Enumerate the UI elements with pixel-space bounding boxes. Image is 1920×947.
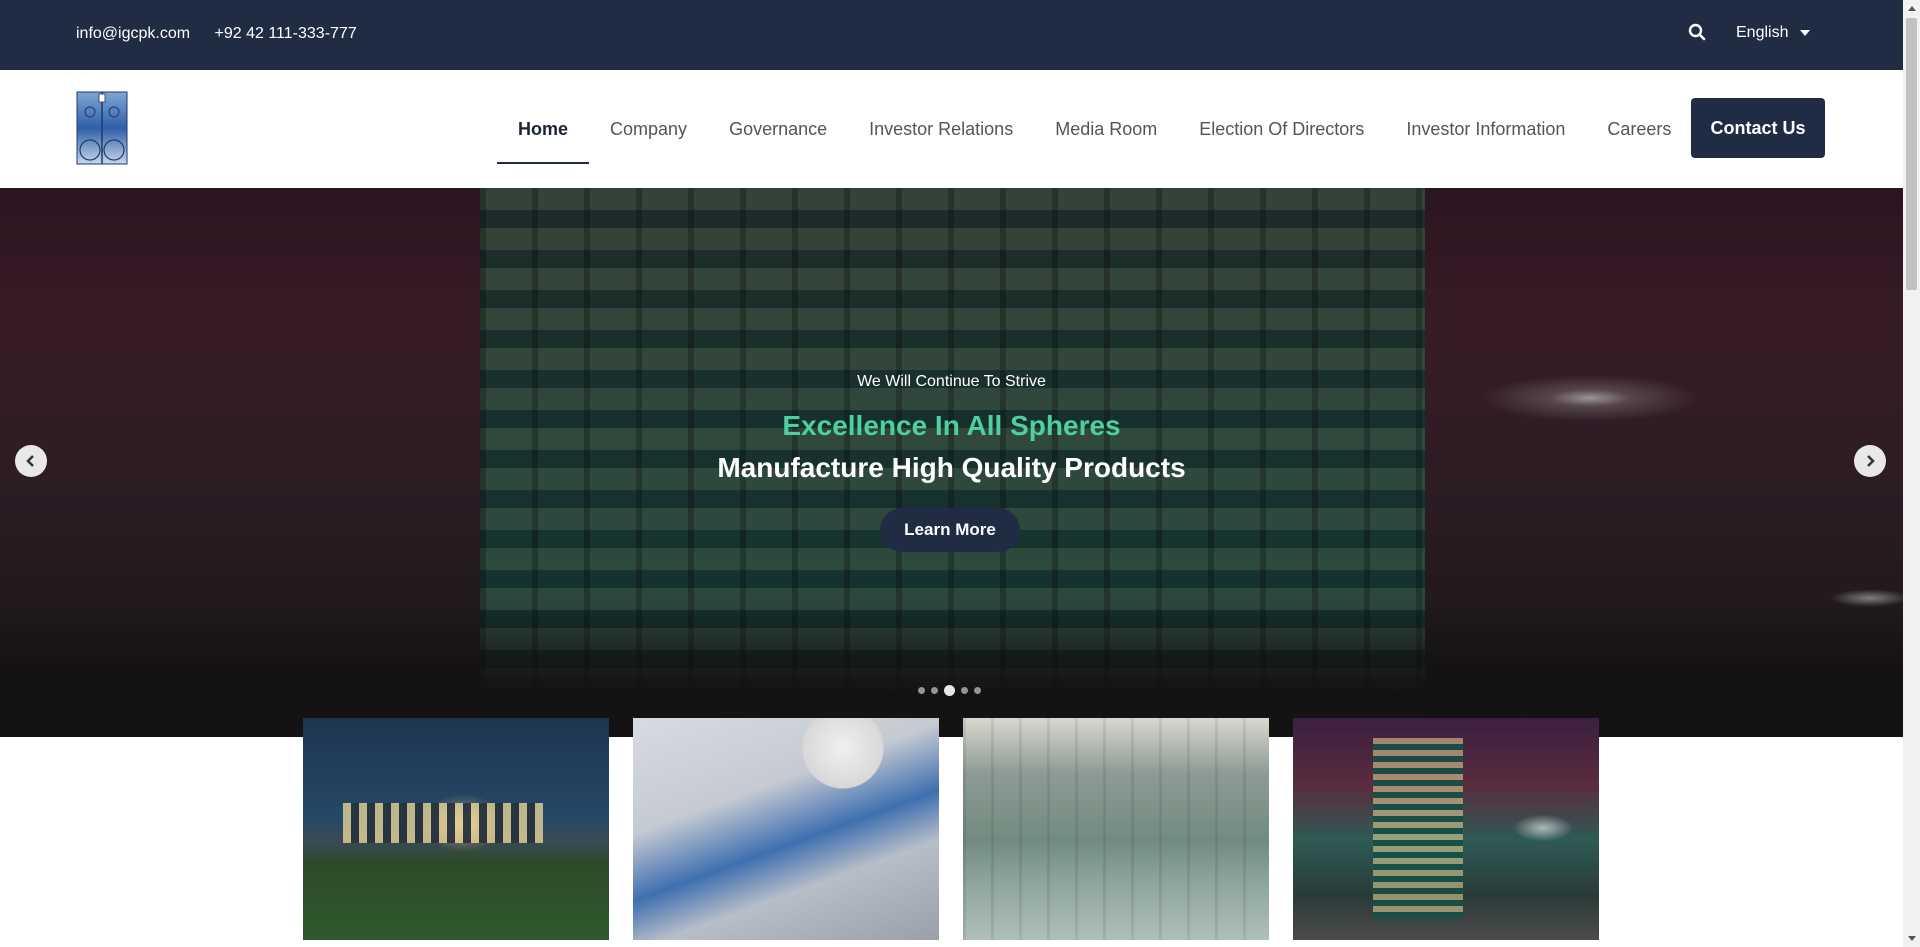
card-office-tower-image[interactable]	[1293, 718, 1599, 940]
company-logo[interactable]	[76, 90, 128, 166]
scroll-up-icon[interactable]	[1908, 6, 1916, 11]
top-bar: info@igcpk.com +92 42 111-333-777 Englis…	[0, 0, 1903, 70]
scrollbar-thumb[interactable]	[1906, 18, 1917, 290]
scroll-down-icon[interactable]	[1908, 936, 1916, 941]
primary-nav: Home Company Governance Investor Relatio…	[497, 70, 1692, 188]
chevron-left-icon[interactable]	[15, 445, 47, 477]
contact-us-button[interactable]: Contact Us	[1691, 98, 1825, 158]
contact-info: info@igcpk.com +92 42 111-333-777	[76, 25, 377, 43]
nav-careers[interactable]: Careers	[1586, 70, 1692, 188]
search-icon[interactable]	[1688, 23, 1708, 43]
slider-dots	[918, 685, 981, 696]
nav-media-room[interactable]: Media Room	[1034, 70, 1178, 188]
card-tower-building	[1373, 738, 1463, 918]
hero-subtitle: We Will Continue To Strive	[857, 373, 1046, 390]
card-textile-machine-image[interactable]	[633, 718, 939, 940]
hero-slider: We Will Continue To Strive Excellence In…	[0, 188, 1903, 737]
nav-investor-relations[interactable]: Investor Relations	[848, 70, 1034, 188]
nav-governance[interactable]: Governance	[708, 70, 848, 188]
chevron-right-icon[interactable]	[1854, 445, 1886, 477]
nav-home[interactable]: Home	[497, 70, 590, 188]
email-link[interactable]: info@igcpk.com	[76, 25, 190, 42]
slider-dot[interactable]	[931, 687, 938, 694]
hero-title-main: Manufacture High Quality Products	[717, 452, 1186, 483]
feature-cards	[303, 718, 1603, 947]
language-label: English	[1736, 24, 1789, 41]
slider-dot-active[interactable]	[944, 685, 955, 696]
slider-dot[interactable]	[961, 687, 968, 694]
page-scrollbar[interactable]	[1903, 0, 1920, 947]
nav-company[interactable]: Company	[589, 70, 708, 188]
slider-dot[interactable]	[974, 687, 981, 694]
caret-down-icon	[1800, 29, 1811, 36]
card-plant-building	[343, 803, 543, 843]
card-plant-night-image[interactable]	[303, 718, 609, 940]
learn-more-button[interactable]: Learn More	[880, 508, 1020, 552]
card-power-plant-image[interactable]	[963, 718, 1269, 940]
slider-dot[interactable]	[918, 687, 925, 694]
phone-link[interactable]: +92 42 111-333-777	[215, 25, 357, 42]
main-navbar: Home Company Governance Investor Relatio…	[0, 70, 1903, 189]
hero-title-accent: Excellence In All Spheres	[782, 410, 1121, 441]
nav-investor-information[interactable]: Investor Information	[1385, 70, 1586, 188]
nav-election-of-directors[interactable]: Election Of Directors	[1178, 70, 1385, 188]
language-selector[interactable]: English	[1736, 24, 1811, 42]
